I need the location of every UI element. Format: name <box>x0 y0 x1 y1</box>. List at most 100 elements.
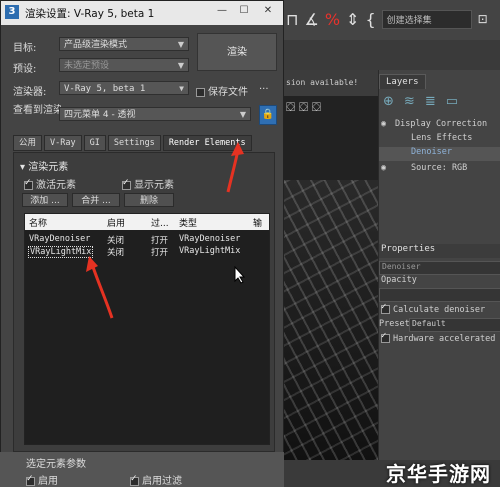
magnet-icon[interactable]: ⊓ <box>286 10 298 29</box>
percent-snap-icon[interactable]: % <box>325 10 340 29</box>
teapot-icons[interactable]: ⛋ ⛋ ⛋ <box>286 100 321 115</box>
snap-toolbar: ⊓ ∡ % ⇕ { 创建选择集 ⊡ <box>286 4 500 34</box>
calculate-denoiser-checkbox[interactable]: Calculate denoiser <box>381 302 486 315</box>
layer-row-source[interactable]: ◉ Source: RGB <box>379 163 500 177</box>
checkbox-icon <box>381 302 390 314</box>
element-enabled: 关闭 <box>107 248 125 258</box>
element-filter: 打开 <box>151 236 169 246</box>
merge-element-button[interactable]: 合并 ... <box>72 193 120 207</box>
add-element-button[interactable]: 添加 ... <box>22 193 68 207</box>
layer-label: Lens Effects <box>411 133 473 143</box>
target-dropdown[interactable]: 产品级渲染模式 ▼ <box>59 37 189 51</box>
element-filter: 打开 <box>151 248 169 258</box>
rollout-header[interactable]: ▾ 渲染元素 <box>20 158 68 173</box>
tab-gi[interactable]: GI <box>83 135 106 151</box>
layers-tab[interactable]: Layers <box>379 74 426 89</box>
opacity-slider[interactable] <box>379 288 500 302</box>
element-type: VRayDenoiser <box>179 234 241 244</box>
selection-set-dropdown[interactable]: 创建选择集 <box>381 9 472 29</box>
close-button[interactable]: ✕ <box>259 4 277 18</box>
edit-selection-icon[interactable]: { <box>365 10 375 29</box>
update-notice: sion available! <box>286 78 359 87</box>
preset-dropdown[interactable]: 未选定预设 ▼ <box>59 58 189 72</box>
preset-label: Preset <box>379 319 410 329</box>
viewport[interactable]: sion available! ⛋ ⛋ ⛋ <box>282 70 378 460</box>
add-layer-icon[interactable]: ⊕ <box>383 94 394 109</box>
enable-filter-checkbox[interactable]: 启用过滤 <box>130 472 182 487</box>
angle-snap-icon[interactable]: ∡ <box>304 10 318 29</box>
checkbox-icon <box>24 178 33 190</box>
column-output[interactable]: 输 <box>253 216 262 229</box>
layer-label: Denoiser <box>411 147 452 157</box>
save-file-browse-button[interactable]: ... <box>259 81 269 92</box>
render-setup-dialog: 3 渲染设置: V-Ray 5, beta 1 — ☐ ✕ 目标: 产品级渲染模… <box>0 0 284 460</box>
activate-elements-checkbox[interactable]: 激活元素 <box>24 176 76 191</box>
properties-header: Properties <box>379 244 500 258</box>
view-dropdown[interactable]: 四元菜单 4 - 透视 ▼ <box>59 107 251 121</box>
save-file-checkbox[interactable]: 保存文件 <box>196 83 248 98</box>
checkbox-label: 激活元素 <box>36 180 76 191</box>
layer-label: Source: RGB <box>411 163 468 173</box>
column-enabled[interactable]: 启用 <box>107 216 125 229</box>
layer-row-display-correction[interactable]: ◉ Display Correction <box>379 119 500 133</box>
stack-icon[interactable]: ≋ <box>404 94 415 109</box>
named-selection-icon[interactable]: ⊡ <box>478 12 488 26</box>
title-bar[interactable]: 3 渲染设置: V-Ray 5, beta 1 — ☐ ✕ <box>1 1 283 25</box>
maximize-button[interactable]: ☐ <box>235 4 253 18</box>
layer-label: Display Correction <box>395 119 488 129</box>
minimize-button[interactable]: — <box>213 4 231 18</box>
view-value: 四元菜单 4 - 透视 <box>64 110 136 120</box>
element-type: VRayLightMix <box>179 246 241 256</box>
lock-icon[interactable]: 🔒 <box>259 105 277 125</box>
params-title: 选定元素参数 <box>26 459 86 470</box>
list-row[interactable]: VRayDenoiser 关闭 打开 VRayDenoiser <box>25 234 269 246</box>
layers-icon[interactable]: ≣ <box>425 94 436 109</box>
elements-list[interactable]: 名称 启用 过... 类型 输 VRayDenoiser 关闭 打开 VRayD… <box>24 213 270 445</box>
layers-panel: Layers ⊕ ≋ ≣ ▭ ◉ Display Correction Lens… <box>378 70 500 460</box>
denoiser-field[interactable]: Denoiser <box>379 261 500 275</box>
watermark: 京华手游网 <box>386 462 491 486</box>
checkbox-icon <box>196 87 205 97</box>
target-label: 目标: <box>13 43 37 54</box>
chevron-down-icon: ▼ <box>239 110 246 119</box>
layer-row-lens-effects[interactable]: Lens Effects <box>379 133 500 147</box>
tab-render-elements[interactable]: Render Elements <box>162 135 252 151</box>
spinner-snap-icon[interactable]: ⇕ <box>346 10 359 29</box>
render-preview <box>282 180 378 460</box>
list-header: 名称 启用 过... 类型 输 <box>25 214 269 230</box>
column-name[interactable]: 名称 <box>29 216 47 229</box>
element-enabled: 关闭 <box>107 236 125 246</box>
column-type[interactable]: 类型 <box>179 216 197 229</box>
render-elements-panel: ▾ 渲染元素 激活元素 显示元素 添加 ... 合并 ... 删除 名称 启用 … <box>13 152 275 452</box>
checkbox-icon <box>122 178 131 190</box>
element-name: VRayLightMix <box>28 246 94 258</box>
hardware-accelerated-checkbox[interactable]: Hardware accelerated <box>381 331 495 344</box>
show-elements-checkbox[interactable]: 显示元素 <box>122 176 174 191</box>
folder-icon[interactable]: ▭ <box>446 94 458 109</box>
layers-toolbar: ⊕ ≋ ≣ ▭ <box>383 94 458 109</box>
tab-vray[interactable]: V-Ray <box>44 135 82 151</box>
enable-checkbox[interactable]: 启用 <box>26 472 58 487</box>
checkbox-label: 启用过滤 <box>142 476 182 487</box>
element-name: VRayDenoiser <box>29 234 91 244</box>
selected-element-params: 选定元素参数 启用 启用过滤 <box>0 452 284 487</box>
chevron-down-icon: ▼ <box>177 40 184 49</box>
tab-settings[interactable]: Settings <box>107 135 161 151</box>
chevron-down-icon: ▼ <box>179 84 184 93</box>
list-row-selected[interactable]: VRayLightMix 关闭 打开 VRayLightMix <box>25 246 269 258</box>
preset-dropdown[interactable]: Default <box>409 318 500 332</box>
render-button[interactable]: 渲染 <box>197 33 277 71</box>
checkbox-label: 启用 <box>38 476 58 487</box>
checkbox-label: Calculate denoiser <box>393 305 486 315</box>
renderer-dropdown[interactable]: V-Ray 5, beta 1 ▼ <box>59 81 189 95</box>
delete-element-button[interactable]: 删除 <box>124 193 174 207</box>
eye-icon[interactable]: ◉ <box>381 119 386 129</box>
column-filter[interactable]: 过... <box>151 216 169 229</box>
eye-icon[interactable]: ◉ <box>381 163 386 173</box>
rollout-title: 渲染元素 <box>28 162 69 173</box>
checkbox-icon <box>130 474 139 486</box>
target-value: 产品级渲染模式 <box>64 40 128 50</box>
chevron-down-icon: ▼ <box>177 61 184 70</box>
tab-common[interactable]: 公用 <box>13 135 43 151</box>
layer-row-denoiser[interactable]: Denoiser <box>379 147 500 161</box>
